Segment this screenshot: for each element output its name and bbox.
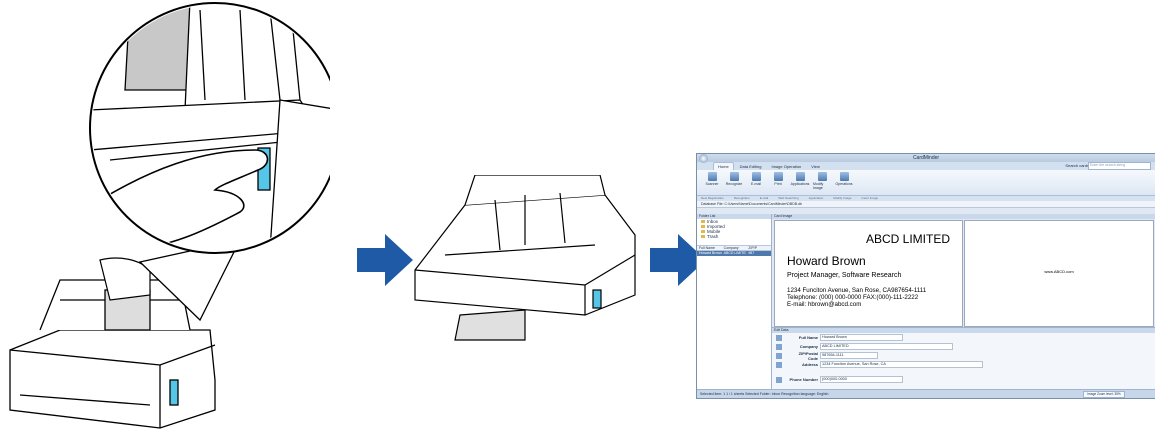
scanner-icon bbox=[707, 172, 717, 181]
email-icon bbox=[751, 172, 761, 181]
full-name-field[interactable]: Howard Brown bbox=[820, 334, 903, 341]
folder-pane: Folder List Inbox Imported Mobile Trash … bbox=[697, 214, 772, 390]
modify-image-icon bbox=[817, 172, 827, 181]
card-back-image[interactable]: www.ABCD.com bbox=[964, 220, 1154, 327]
column-zip[interactable]: ZIP/P bbox=[746, 246, 771, 250]
edit-data-area: Edit Data Full Name Howard Brown Company A… bbox=[772, 327, 1155, 390]
person-icon bbox=[776, 334, 782, 341]
phone-icon bbox=[776, 376, 782, 383]
card-image-header: Card Image bbox=[772, 214, 1155, 219]
scanner-feeding-card-illustration bbox=[414, 175, 636, 341]
app-orb-icon[interactable] bbox=[699, 154, 708, 163]
ribbon: Scanner Recognize E-mail Print Applicati… bbox=[697, 170, 1155, 196]
folder-icon bbox=[701, 220, 705, 223]
company-field[interactable]: ABCD LIMITED bbox=[820, 343, 953, 350]
building-icon bbox=[776, 343, 782, 350]
tab-image-operation[interactable]: Image Operation bbox=[767, 163, 805, 170]
tab-data-editing[interactable]: Data Editing bbox=[736, 163, 766, 170]
window-title: CardMinder bbox=[912, 155, 940, 161]
operations-button[interactable]: Operations bbox=[835, 172, 853, 193]
field-zip: ZIP/Postal Code 987654-1111 bbox=[776, 351, 1155, 361]
card-front-image[interactable]: ABCD LIMITED Howard Brown Project Manage… bbox=[774, 220, 963, 327]
cardminder-window: CardMinder Home Data Editing Image Opera… bbox=[696, 153, 1155, 399]
main-body: Folder List Inbox Imported Mobile Trash … bbox=[697, 214, 1155, 390]
tab-view[interactable]: View bbox=[807, 163, 824, 170]
recognize-icon bbox=[729, 172, 739, 181]
recognize-button[interactable]: Recognize bbox=[725, 172, 743, 193]
trash-icon bbox=[701, 235, 705, 238]
scan-button-led bbox=[169, 379, 179, 406]
column-company[interactable]: Company bbox=[722, 246, 747, 250]
field-full-name: Full Name Howard Brown bbox=[776, 333, 1155, 342]
card-back-url: www.ABCD.com bbox=[1044, 269, 1074, 274]
card-title: Project Manager, Software Research bbox=[787, 272, 902, 279]
phone-field[interactable]: (000)000-0000 bbox=[820, 376, 903, 383]
search-input[interactable]: Enter the search string bbox=[1088, 162, 1151, 170]
mailbox-icon bbox=[776, 352, 782, 359]
status-bar: Selected item: 1 1 / 1 sheets Selected F… bbox=[697, 389, 1155, 398]
column-full-name[interactable]: Full Name bbox=[697, 246, 722, 250]
operations-icon bbox=[839, 172, 849, 181]
card-pane: Card Image ABCD LIMITED Howard Brown Pro… bbox=[772, 214, 1155, 390]
card-image-area: Card Image ABCD LIMITED Howard Brown Pro… bbox=[772, 214, 1155, 327]
folder-icon bbox=[701, 225, 705, 228]
print-button[interactable]: Print bbox=[769, 172, 787, 193]
ejected-card bbox=[454, 309, 526, 341]
card-contact: 1234 Funciton Avenue, San Rose, CA987654… bbox=[787, 287, 927, 308]
card-company: ABCD LIMITED bbox=[865, 232, 950, 246]
field-address: Address 1234 Funciton Avenue, San Rose, C… bbox=[776, 360, 1155, 369]
status-text: Selected item: 1 1 / 1 sheets Selected F… bbox=[700, 392, 829, 396]
address-field[interactable]: 1234 Funciton Avenue, San Rose, CA bbox=[820, 361, 983, 368]
modify-image-button[interactable]: Modify Image bbox=[813, 172, 831, 193]
home-icon bbox=[776, 361, 782, 368]
print-icon bbox=[773, 172, 783, 181]
search-label: Search cards bbox=[1065, 163, 1089, 168]
field-phone: Phone Number (000)000-0000 bbox=[776, 375, 1155, 384]
folder-trash[interactable]: Trash bbox=[697, 234, 771, 239]
database-path: Database File: C:\Users\Name\Documents\C… bbox=[697, 201, 1155, 208]
card-name: Howard Brown bbox=[787, 254, 866, 268]
window-titlebar: CardMinder bbox=[697, 154, 1155, 163]
zoom-level[interactable]: Image Zoom level: 35% bbox=[1083, 391, 1125, 398]
email-button[interactable]: E-mail bbox=[747, 172, 765, 193]
applications-button[interactable]: Applications bbox=[791, 172, 809, 193]
table-row[interactable]: Howard Brown ABCD LIMITED 987 bbox=[697, 251, 771, 256]
tab-home[interactable]: Home bbox=[713, 162, 734, 170]
zip-field[interactable]: 987654-1111 bbox=[820, 352, 878, 359]
scanner-button[interactable]: Scanner bbox=[703, 172, 721, 193]
folder-icon bbox=[701, 230, 705, 233]
applications-icon bbox=[795, 172, 805, 181]
field-company: Company ABCD LIMITED bbox=[776, 342, 1155, 351]
scanner-button-closeup-illustration bbox=[9, 2, 330, 429]
